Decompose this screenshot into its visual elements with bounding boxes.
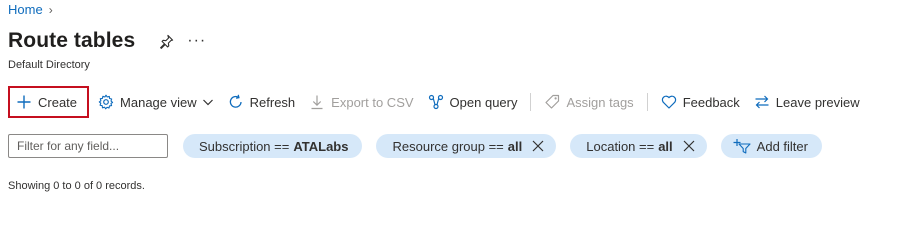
resource-group-filter-pill[interactable]: Resource group == all [376, 134, 557, 158]
tag-icon [545, 94, 560, 109]
page-title: Route tables [8, 29, 136, 52]
breadcrumb: Home › [8, 2, 53, 17]
add-filter-icon [733, 139, 751, 154]
manage-view-label: Manage view [120, 94, 197, 110]
records-count-text: Showing 0 to 0 of 0 records. [8, 180, 145, 192]
add-filter-button[interactable]: Add filter [720, 134, 822, 158]
leave-preview-button[interactable]: Leave preview [747, 86, 867, 118]
gear-icon [98, 94, 114, 110]
command-bar: Create Manage view Refresh Export to CSV [8, 84, 867, 120]
subscription-filter-value: ATALabs [293, 138, 349, 154]
export-csv-button[interactable]: Export to CSV [302, 86, 420, 118]
heart-icon [661, 95, 676, 109]
leave-preview-label: Leave preview [775, 94, 860, 110]
feedback-button[interactable]: Feedback [654, 86, 747, 118]
plus-icon [17, 95, 31, 109]
chevron-down-icon [202, 99, 213, 106]
page-header: Route tables ··· [8, 29, 206, 53]
filter-search-input[interactable] [8, 134, 168, 158]
more-options-icon[interactable]: ··· [187, 32, 206, 50]
close-icon[interactable] [532, 140, 544, 152]
assign-tags-label: Assign tags [566, 94, 634, 110]
subscription-filter-label: Subscription == [199, 138, 290, 154]
refresh-button[interactable]: Refresh [221, 86, 303, 118]
breadcrumb-home-link[interactable]: Home [8, 2, 43, 17]
create-button-label: Create [38, 94, 78, 110]
close-icon[interactable] [683, 140, 695, 152]
query-icon [428, 94, 443, 110]
manage-view-button[interactable]: Manage view [91, 86, 221, 118]
location-filter-pill[interactable]: Location == all [570, 134, 707, 158]
create-button[interactable]: Create [8, 86, 90, 118]
breadcrumb-separator-icon: › [48, 2, 53, 17]
feedback-label: Feedback [682, 94, 740, 110]
export-csv-label: Export to CSV [331, 94, 414, 110]
filter-bar: Subscription == ATALabs Resource group =… [8, 134, 822, 158]
location-filter-value: all [658, 138, 673, 154]
download-icon [311, 95, 323, 110]
subscription-filter-pill[interactable]: Subscription == ATALabs [183, 134, 363, 158]
refresh-label: Refresh [249, 94, 296, 110]
pin-icon[interactable] [157, 32, 175, 50]
open-query-button[interactable]: Open query [421, 86, 525, 118]
toolbar-divider [530, 93, 532, 111]
toolbar-divider [646, 93, 648, 111]
page-subtitle: Default Directory [8, 59, 90, 71]
switch-arrows-icon [755, 95, 769, 109]
resource-group-filter-label: Resource group == [392, 138, 504, 154]
add-filter-label: Add filter [756, 138, 808, 154]
assign-tags-button[interactable]: Assign tags [537, 86, 640, 118]
resource-group-filter-value: all [507, 138, 523, 154]
open-query-label: Open query [449, 94, 518, 110]
refresh-icon [229, 94, 242, 108]
location-filter-label: Location == [586, 138, 655, 154]
